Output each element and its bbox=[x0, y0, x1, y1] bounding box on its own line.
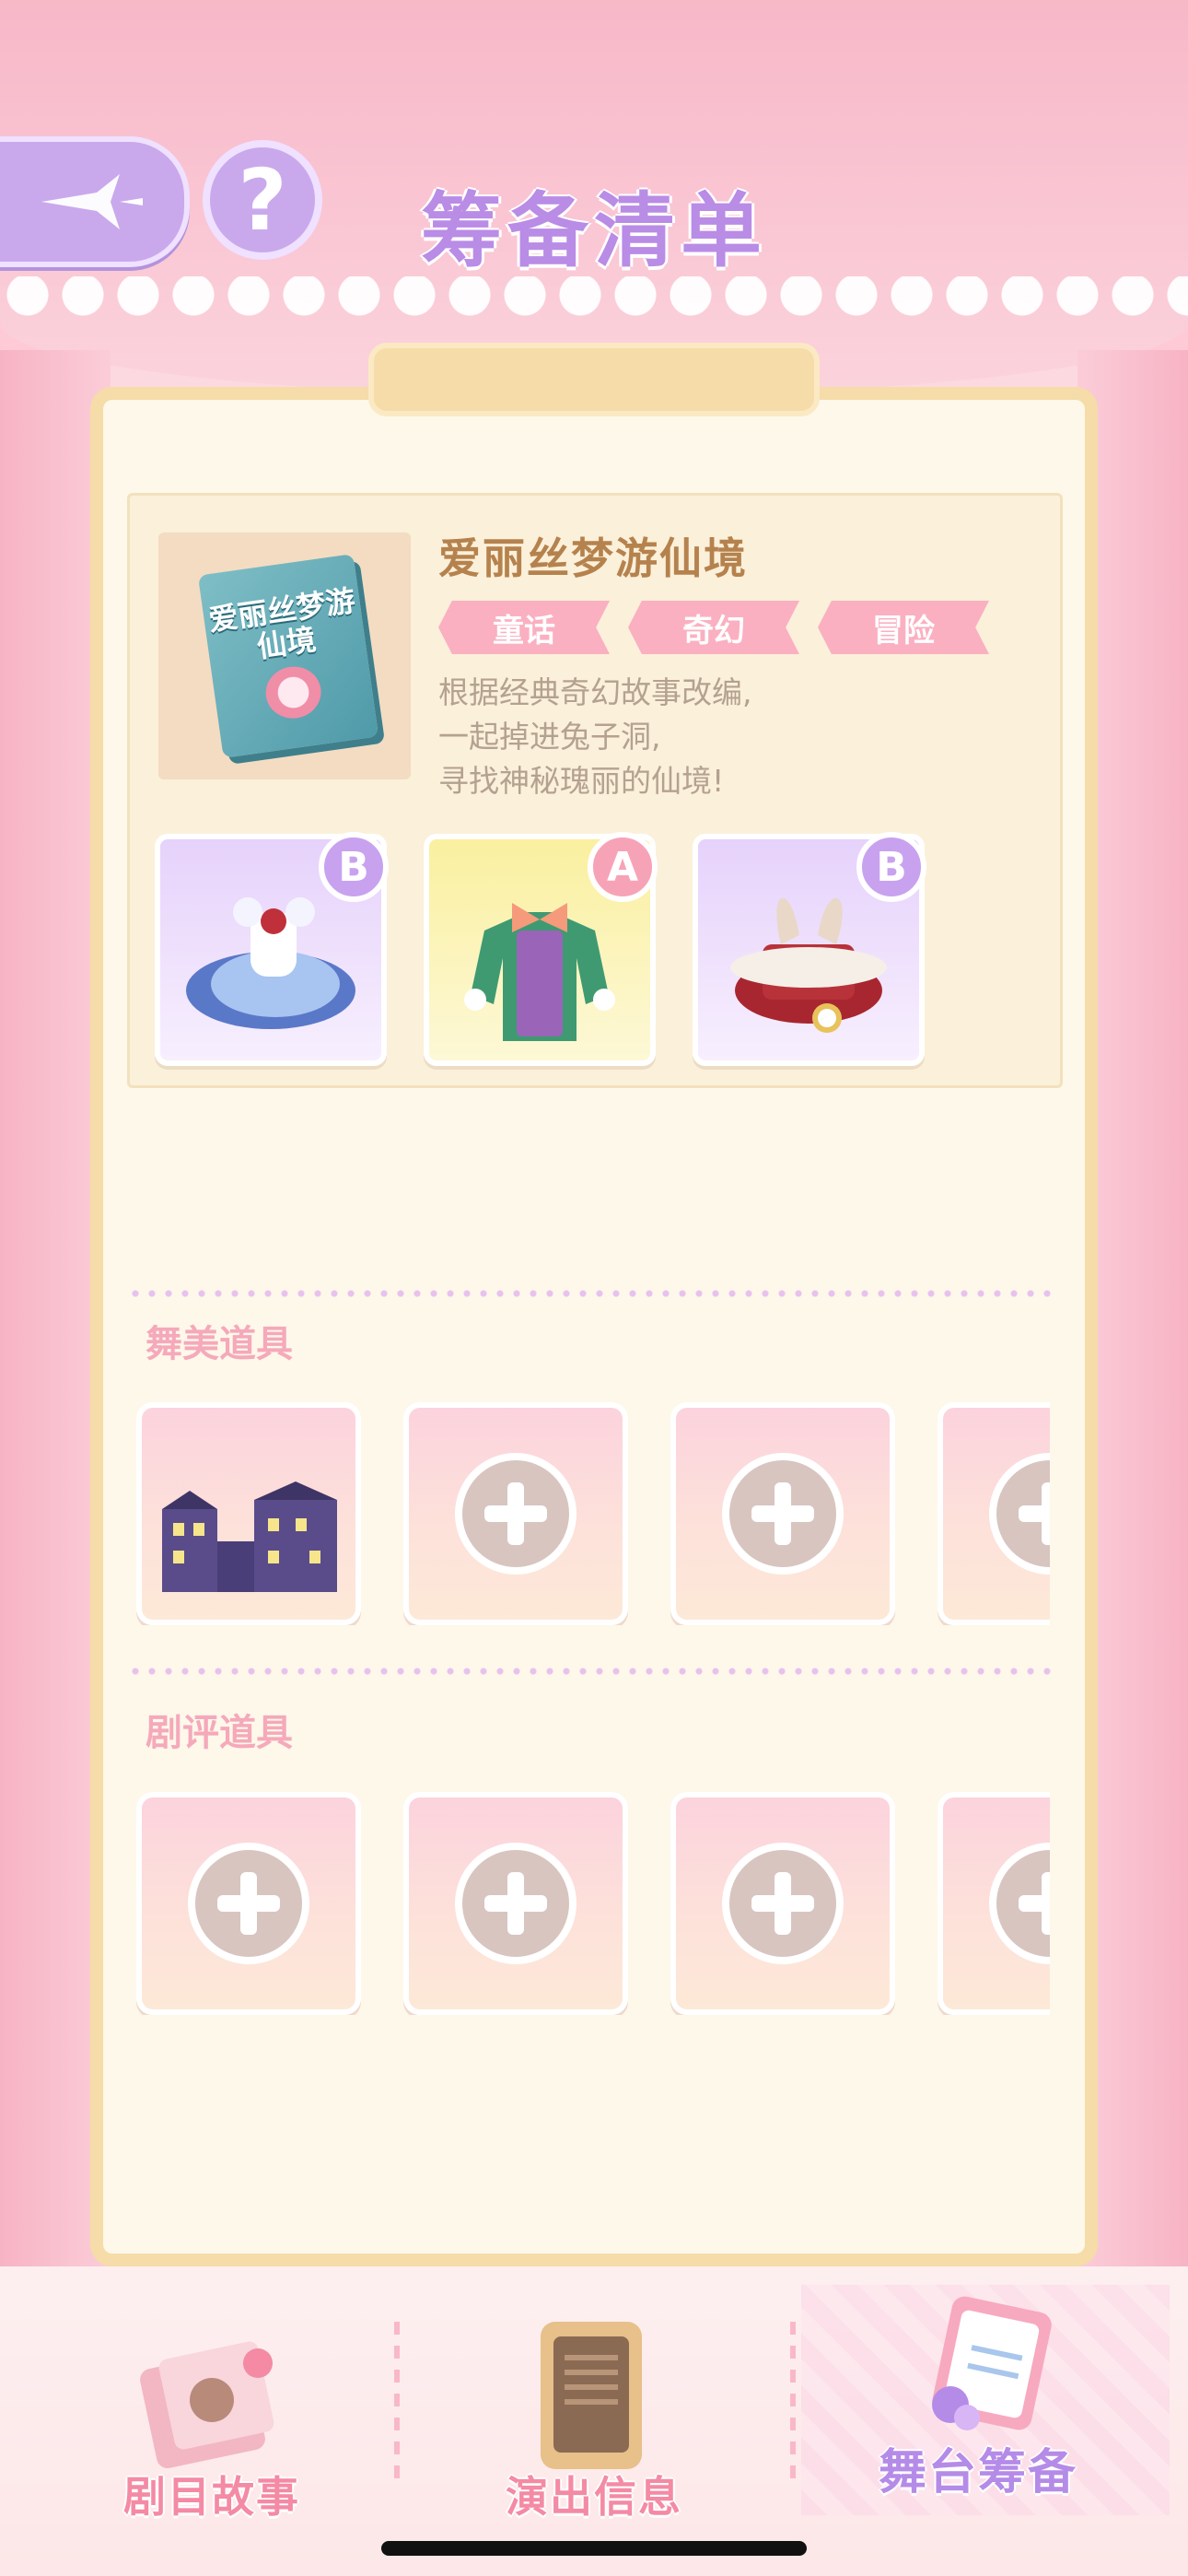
add-icon bbox=[989, 1453, 1050, 1575]
page-title: 筹备清单 bbox=[420, 183, 767, 278]
add-icon bbox=[455, 1453, 577, 1575]
nav-label: 剧目故事 bbox=[123, 2472, 300, 2522]
script-cover-book: 爱丽丝梦游仙境 bbox=[197, 554, 379, 758]
nav-label: 舞台筹备 bbox=[878, 2445, 1077, 2500]
script-name: 爱丽丝梦游仙境 bbox=[438, 533, 748, 583]
book-cover-title: 爱丽丝梦游仙境 bbox=[206, 582, 357, 665]
nav-tab-stage-prep[interactable]: 舞台筹备 bbox=[840, 2285, 1116, 2524]
costume-card-rabbit-hat[interactable]: B bbox=[693, 832, 926, 1066]
section-divider bbox=[127, 1668, 1057, 1675]
board-plaque bbox=[368, 343, 820, 416]
nav-tab-story[interactable]: 剧目故事 bbox=[74, 2285, 350, 2524]
rabbit-heart-icon bbox=[262, 662, 325, 722]
review-prop-slot[interactable] bbox=[938, 1792, 1050, 2015]
costume-card-green-suit[interactable]: A bbox=[424, 832, 658, 1066]
nav-label: 演出信息 bbox=[506, 2472, 682, 2522]
nav-tab-show-info[interactable]: 演出信息 bbox=[456, 2285, 732, 2524]
grade-badge: A bbox=[588, 832, 658, 902]
review-props-label: 剧评道具 bbox=[146, 1712, 293, 1754]
description-line: 一起掉进兔子洞, bbox=[438, 719, 661, 755]
stage-props-label: 舞美道具 bbox=[146, 1323, 293, 1365]
stage-prop-slot[interactable] bbox=[670, 1402, 895, 1625]
rabbit-hat-icon bbox=[730, 898, 887, 1034]
costume-card-blue-dress[interactable]: B bbox=[155, 832, 389, 1066]
add-icon bbox=[455, 1843, 577, 1964]
stage-prop-slot[interactable] bbox=[136, 1402, 361, 1625]
green-suit-icon bbox=[464, 903, 615, 1042]
add-icon bbox=[989, 1843, 1050, 1964]
stage-prop-slot[interactable] bbox=[938, 1402, 1050, 1625]
stage-props-slots bbox=[136, 1402, 1050, 1625]
costume-list: B A B bbox=[155, 832, 926, 1066]
tag-list: 童话 奇幻 冒险 bbox=[438, 601, 989, 654]
nav-separator bbox=[394, 2322, 400, 2478]
add-icon bbox=[188, 1843, 309, 1964]
storybook-icon bbox=[140, 2341, 274, 2469]
grade-badge: B bbox=[856, 832, 926, 902]
tag-fairytale: 童话 bbox=[438, 601, 610, 654]
add-icon bbox=[722, 1843, 844, 1964]
review-prop-slot[interactable] bbox=[670, 1792, 895, 2015]
home-indicator[interactable] bbox=[381, 2541, 807, 2556]
blue-dress-icon bbox=[186, 897, 355, 1030]
script-description: 根据经典奇幻故事改编, 一起掉进兔子洞, 寻找神秘瑰丽的仙境! bbox=[438, 671, 752, 803]
tag-fantasy: 奇幻 bbox=[628, 601, 799, 654]
house-scene-icon bbox=[162, 1481, 337, 1592]
description-line: 寻找神秘瑰丽的仙境! bbox=[438, 763, 725, 799]
description-line: 根据经典奇幻故事改编, bbox=[438, 674, 752, 710]
review-prop-slot[interactable] bbox=[403, 1792, 628, 2015]
tag-adventure: 冒险 bbox=[818, 601, 989, 654]
review-prop-slot[interactable] bbox=[136, 1792, 361, 2015]
review-props-slots bbox=[136, 1792, 1050, 2015]
section-divider bbox=[127, 1290, 1057, 1297]
notice-board-icon bbox=[541, 2322, 642, 2469]
stage-prop-slot[interactable] bbox=[403, 1402, 628, 1625]
clipboard-icon bbox=[932, 2296, 1052, 2430]
nav-separator bbox=[790, 2322, 796, 2478]
add-icon bbox=[722, 1453, 844, 1575]
grade-badge: B bbox=[319, 832, 389, 902]
